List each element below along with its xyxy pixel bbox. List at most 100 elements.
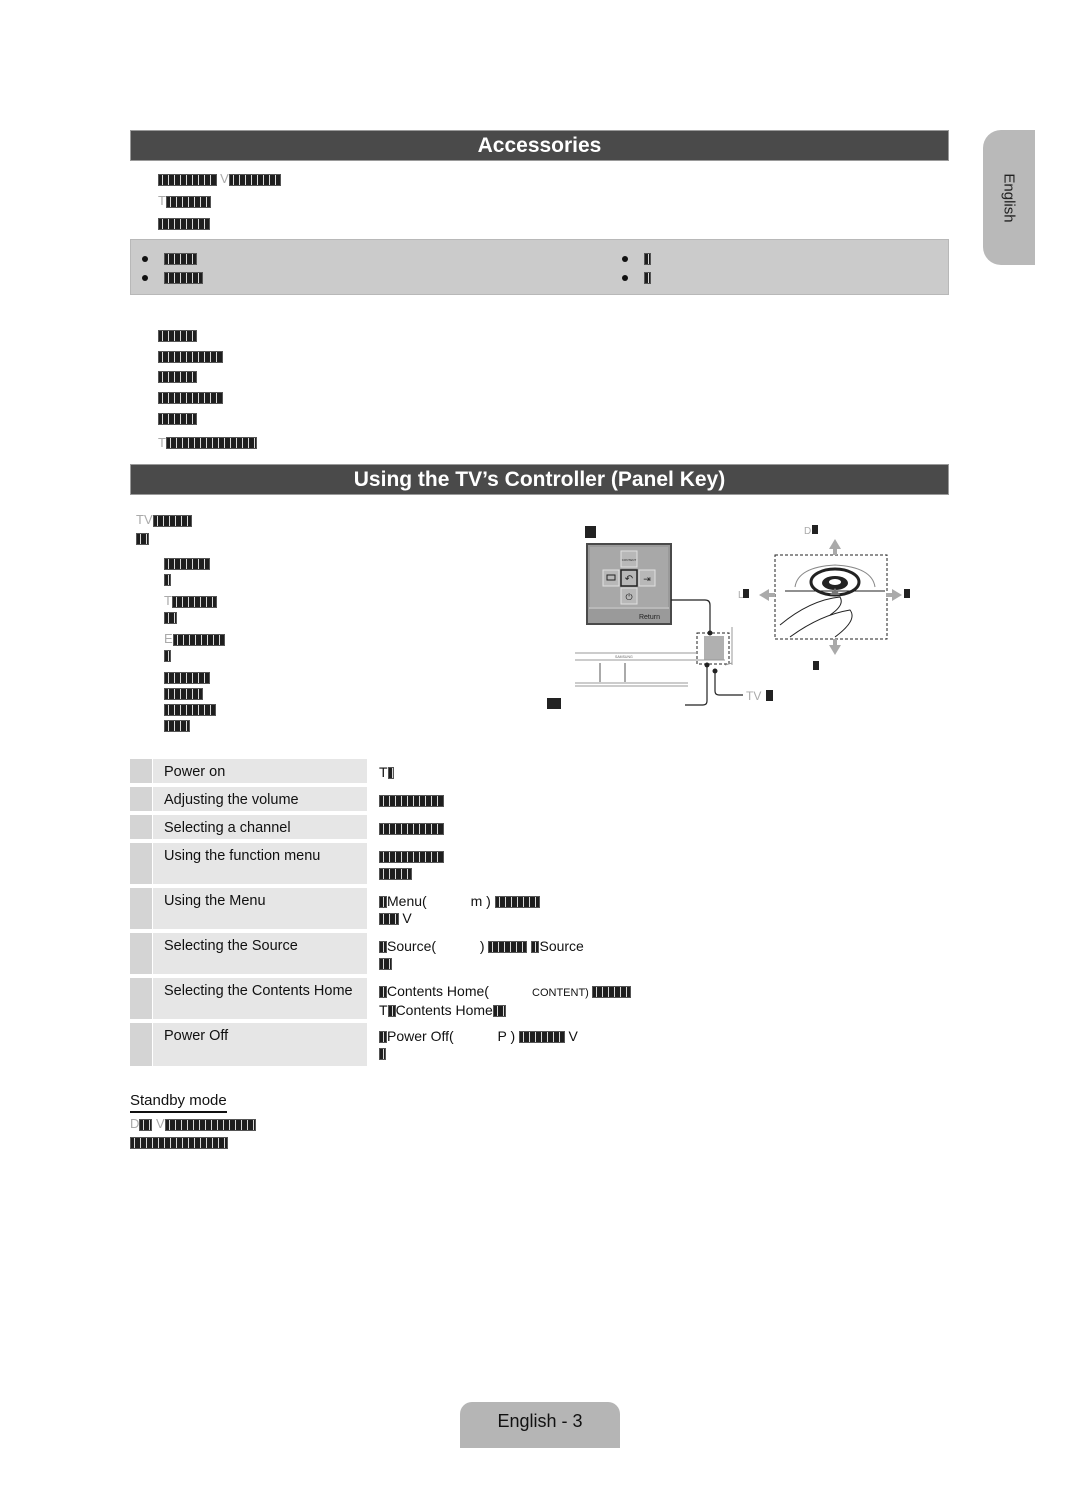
accessories-note — [158, 349, 223, 363]
accessories-note — [158, 411, 197, 425]
glyph-text — [158, 173, 217, 186]
glyph-text — [164, 557, 210, 570]
row-marker — [130, 888, 152, 929]
accessory-item — [622, 251, 651, 265]
accessories-intro-line: V — [158, 172, 281, 186]
accessories-header: Accessories — [130, 130, 949, 161]
glyph-text — [158, 371, 197, 384]
accessories-intro-line — [158, 216, 210, 230]
row-marker — [130, 815, 152, 839]
joystick-area — [774, 554, 888, 640]
accessories-title: Accessories — [477, 134, 602, 157]
glyph-text — [164, 671, 210, 684]
controller-note-line — [164, 610, 177, 624]
glyph-text — [164, 687, 203, 700]
controller-intro-line: TV — [136, 513, 192, 527]
function-label: Selecting the Contents Home — [153, 978, 367, 1019]
row-marker — [130, 759, 152, 783]
function-label: Power Off — [153, 1023, 367, 1066]
glyph-text — [158, 350, 223, 363]
arrow-right-icon — [886, 589, 902, 601]
function-row: Selecting the Contents Home Contents Home… — [130, 978, 690, 1019]
function-label: Selecting a channel — [153, 815, 367, 839]
row-marker — [130, 933, 152, 974]
glyph-text — [139, 1118, 153, 1131]
glyph-text — [130, 1136, 228, 1149]
glyph-text — [164, 649, 171, 662]
glyph-text — [158, 217, 210, 230]
glyph-text — [379, 795, 444, 808]
controller-note-line: E — [164, 632, 225, 646]
language-tab: English — [983, 130, 1035, 265]
function-row: Selecting the Source Source( ) Source — [130, 933, 690, 974]
glyph-text — [152, 514, 192, 527]
arrow-up-icon — [829, 539, 841, 555]
glyph-text — [164, 252, 197, 265]
arrow-down-icon — [829, 639, 841, 655]
bullet-icon — [622, 274, 628, 281]
svg-text:D: D — [804, 526, 811, 537]
function-row: Power Off Power Off( P ) V — [130, 1023, 690, 1066]
accessories-list-box — [130, 239, 949, 295]
glyph-text — [379, 868, 412, 881]
svg-text:CONTENT: CONTENT — [622, 558, 637, 562]
language-tab-label: English — [1000, 172, 1018, 223]
accessories-note — [158, 390, 223, 404]
glyph-text — [171, 595, 218, 608]
panel-label — [585, 526, 596, 538]
bullet-icon — [142, 255, 148, 262]
glyph-text — [136, 532, 149, 545]
standby-line — [130, 1135, 228, 1149]
page-number-tab: English - 3 — [460, 1402, 620, 1448]
glyph-text — [387, 767, 395, 780]
function-row: Selecting a channel — [130, 815, 690, 839]
controller-note-line: T — [164, 594, 218, 608]
finger-icon — [779, 596, 853, 638]
function-label: Using the function menu — [153, 843, 367, 884]
function-row: Using the function menu — [130, 843, 690, 884]
function-description: T — [379, 764, 395, 781]
source-icon: ⇥ — [643, 575, 651, 585]
glyph-text — [158, 391, 223, 404]
function-label: Selecting the Source — [153, 933, 367, 974]
standby-title: Standby mode — [130, 1092, 227, 1113]
glyph-text — [164, 1118, 256, 1131]
function-description — [379, 820, 444, 837]
glyph-text — [172, 633, 225, 646]
function-row: Adjusting the volume — [130, 787, 690, 811]
glyph-text — [379, 1048, 386, 1061]
accessory-item — [142, 251, 197, 265]
menu-key — [602, 569, 620, 587]
tv-label: TV — [746, 689, 761, 703]
return-label: Return — [639, 614, 660, 621]
glyph-text — [492, 1005, 506, 1018]
accessories-note — [158, 328, 197, 342]
panel-key-location — [704, 636, 724, 660]
arrow-left-icon — [759, 589, 775, 601]
glyph-text — [379, 958, 392, 971]
glyph-text — [164, 573, 171, 586]
row-marker — [130, 978, 152, 1019]
function-description: Power Off( P ) V — [379, 1028, 578, 1062]
glyph-text — [165, 195, 212, 208]
function-label: Power on — [153, 759, 367, 783]
controller-note-line — [164, 572, 171, 586]
controller-intro-line — [136, 531, 149, 545]
function-label: Using the Menu — [153, 888, 367, 929]
accessory-item — [142, 270, 203, 284]
controller-note-line — [164, 702, 216, 716]
glyph-text — [158, 329, 197, 342]
controller-header: Using the TV’s Controller (Panel Key) — [130, 464, 949, 495]
accessories-note: T — [158, 435, 257, 450]
glyph-text — [591, 986, 631, 999]
glyph-text — [379, 823, 444, 836]
glyph-text — [519, 1031, 565, 1044]
function-label: Adjusting the volume — [153, 787, 367, 811]
glyph-text — [164, 271, 203, 284]
controller-title: Using the TV’s Controller (Panel Key) — [353, 468, 726, 491]
page-number: English - 3 — [497, 1411, 583, 1431]
accessories-note — [158, 369, 197, 384]
function-description: Menu( m ) V — [379, 893, 541, 927]
controller-note-line — [164, 718, 190, 732]
row-marker — [130, 1023, 152, 1066]
